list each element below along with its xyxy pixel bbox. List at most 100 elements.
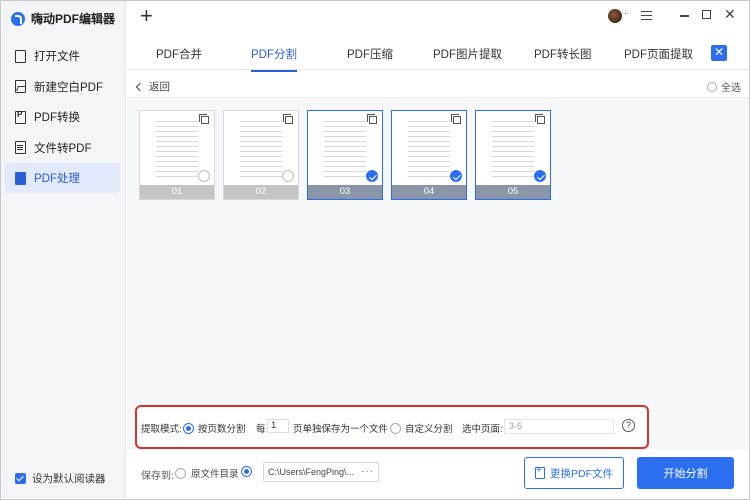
split-by-pages-label: 按页数分割 <box>198 424 246 435</box>
page-select-checkbox[interactable] <box>198 170 210 182</box>
copy-icon[interactable] <box>535 114 545 124</box>
save-path-field[interactable]: C:\Users\FengPing\... ··· <box>263 462 379 482</box>
page-preview <box>320 117 370 179</box>
selected-pages-input[interactable]: 3-5 <box>504 419 614 434</box>
sidebar-item-label: 打开文件 <box>34 51 80 63</box>
change-pdf-label: 更换PDF文件 <box>550 467 613 480</box>
default-reader-checkbox[interactable] <box>15 473 26 484</box>
brand: 嗨动PDF编辑器 <box>11 10 115 27</box>
avatar[interactable] <box>608 9 622 23</box>
pdf-process-icon <box>15 171 26 185</box>
original-dir-label: 原文件目录 <box>191 469 239 480</box>
tab-pdf-merge[interactable]: PDF合并 <box>156 46 202 62</box>
tab-pdf-split[interactable]: PDF分割 <box>251 46 297 72</box>
maximize-icon[interactable] <box>702 10 711 19</box>
page-select-checkbox[interactable] <box>366 170 378 182</box>
page-number: 01 <box>140 185 214 199</box>
custom-dir-option[interactable] <box>241 466 252 477</box>
custom-split-label: 自定义分割 <box>405 424 453 435</box>
sidebar-item-label: PDF转换 <box>34 112 80 124</box>
close-icon[interactable]: ✕ <box>724 6 736 23</box>
main-content: 返回 全选 01 02 03 04 05 <box>127 72 749 450</box>
image-file-icon <box>15 80 26 93</box>
select-all-option[interactable]: 全选 <box>707 79 741 94</box>
save-to-label: 保存到: <box>141 471 174 482</box>
menu-icon[interactable] <box>641 11 652 20</box>
page-select-checkbox[interactable] <box>534 170 546 182</box>
page-thumbnail[interactable]: 01 <box>139 110 215 200</box>
back-button[interactable]: 返回 <box>135 79 170 94</box>
split-by-pages-radio[interactable] <box>183 422 194 434</box>
page-select-checkbox[interactable] <box>450 170 462 182</box>
word-to-pdf-icon <box>15 141 26 154</box>
page-thumbnail[interactable]: 04 <box>391 110 467 200</box>
tab-pdf-page-extract[interactable]: PDF页面提取 <box>624 46 693 62</box>
sidebar-item-label: 文件转PDF <box>34 142 92 155</box>
pages-per-file-input[interactable]: 1 <box>267 419 289 433</box>
page-number: 03 <box>308 185 382 199</box>
save-each-label: 页单独保存为一个文件 <box>293 424 389 435</box>
original-dir-radio[interactable] <box>175 467 186 479</box>
sidebar-item-open-file[interactable]: 打开文件 <box>5 41 120 71</box>
page-preview <box>236 117 286 179</box>
save-path-value: C:\Users\FengPing\... <box>268 467 355 477</box>
change-pdf-button[interactable]: 更换PDF文件 <box>524 457 624 489</box>
sidebar-item-pdf-convert[interactable]: PDF转换 <box>5 102 120 132</box>
tab-pdf-compress[interactable]: PDF压缩 <box>347 46 393 62</box>
pdf-convert-icon <box>15 110 26 124</box>
tab-pdf-image-extract[interactable]: PDF图片提取 <box>433 46 502 62</box>
file-icon <box>15 49 26 63</box>
panel-close-icon[interactable]: ✕ <box>711 45 727 61</box>
sidebar-item-pdf-process[interactable]: PDF处理 <box>5 163 120 193</box>
page-number: 04 <box>392 185 466 199</box>
default-reader-option[interactable]: 设为默认阅读器 <box>15 471 106 486</box>
page-thumbnail[interactable]: 03 <box>307 110 383 200</box>
tab-pdf-to-long-image[interactable]: PDF转长图 <box>534 46 592 62</box>
sidebar-item-new-blank-pdf[interactable]: 新建空白PDF <box>5 72 120 102</box>
mode-label: 提取模式: <box>141 424 182 435</box>
sidebar-item-label: PDF处理 <box>34 173 80 185</box>
copy-icon[interactable] <box>451 114 461 124</box>
original-dir-option[interactable]: 原文件目录 <box>175 466 239 480</box>
page-number: 02 <box>224 185 298 199</box>
page-select-checkbox[interactable] <box>282 170 294 182</box>
back-bar: 返回 全选 <box>127 72 749 98</box>
new-tab-plus-icon[interactable]: + <box>140 5 153 27</box>
back-label: 返回 <box>149 81 170 93</box>
sidebar-item-file-to-pdf[interactable]: 文件转PDF <box>5 133 120 163</box>
page-preview <box>404 117 454 179</box>
copy-icon[interactable] <box>199 114 209 124</box>
custom-split-option[interactable]: 自定义分割 <box>390 421 453 435</box>
select-all-label: 全选 <box>721 83 741 94</box>
bottom-bar: 保存到: 原文件目录 C:\Users\FengPing\... ··· 更换P… <box>127 450 749 498</box>
copy-icon[interactable] <box>367 114 377 124</box>
custom-dir-radio[interactable] <box>241 466 252 477</box>
browse-more-icon[interactable]: ··· <box>361 463 374 481</box>
app-title: 嗨动PDF编辑器 <box>31 12 116 26</box>
page-thumbnails: 01 02 03 04 05 <box>139 110 551 200</box>
sidebar: 嗨动PDF编辑器 打开文件 新建空白PDF PDF转换 文件转PDF PDF处理… <box>1 1 126 498</box>
page-number: 05 <box>476 185 550 199</box>
help-icon[interactable]: ? <box>622 419 635 432</box>
sidebar-nav: 打开文件 新建空白PDF PDF转换 文件转PDF PDF处理 <box>5 41 120 194</box>
app-logo-icon <box>11 11 25 26</box>
custom-split-radio[interactable] <box>390 422 401 434</box>
split-by-pages-option[interactable]: 按页数分割 <box>183 421 246 435</box>
tool-tabs: PDF合并 PDF分割 PDF压缩 PDF图片提取 PDF转长图 PDF页面提取 <box>127 38 749 72</box>
start-split-button[interactable]: 开始分割 <box>637 457 734 489</box>
pages-per-file-input-wrap: 1 <box>267 419 289 433</box>
default-reader-label: 设为默认阅读器 <box>32 473 106 485</box>
page-preview <box>488 117 538 179</box>
every-label: 每 <box>256 424 266 435</box>
page-thumbnail[interactable]: 02 <box>223 110 299 200</box>
page-thumbnail[interactable]: 05 <box>475 110 551 200</box>
copy-icon[interactable] <box>283 114 293 124</box>
page-preview <box>152 117 202 179</box>
chevron-left-icon <box>135 82 145 91</box>
select-all-radio[interactable] <box>707 81 717 92</box>
avatar-dropdown-icon[interactable]: · <box>624 8 627 19</box>
sidebar-item-label: 新建空白PDF <box>34 81 103 94</box>
minimize-icon[interactable] <box>680 15 689 17</box>
add-file-icon <box>535 465 545 479</box>
selected-pages-label: 选中页面: <box>462 424 503 435</box>
